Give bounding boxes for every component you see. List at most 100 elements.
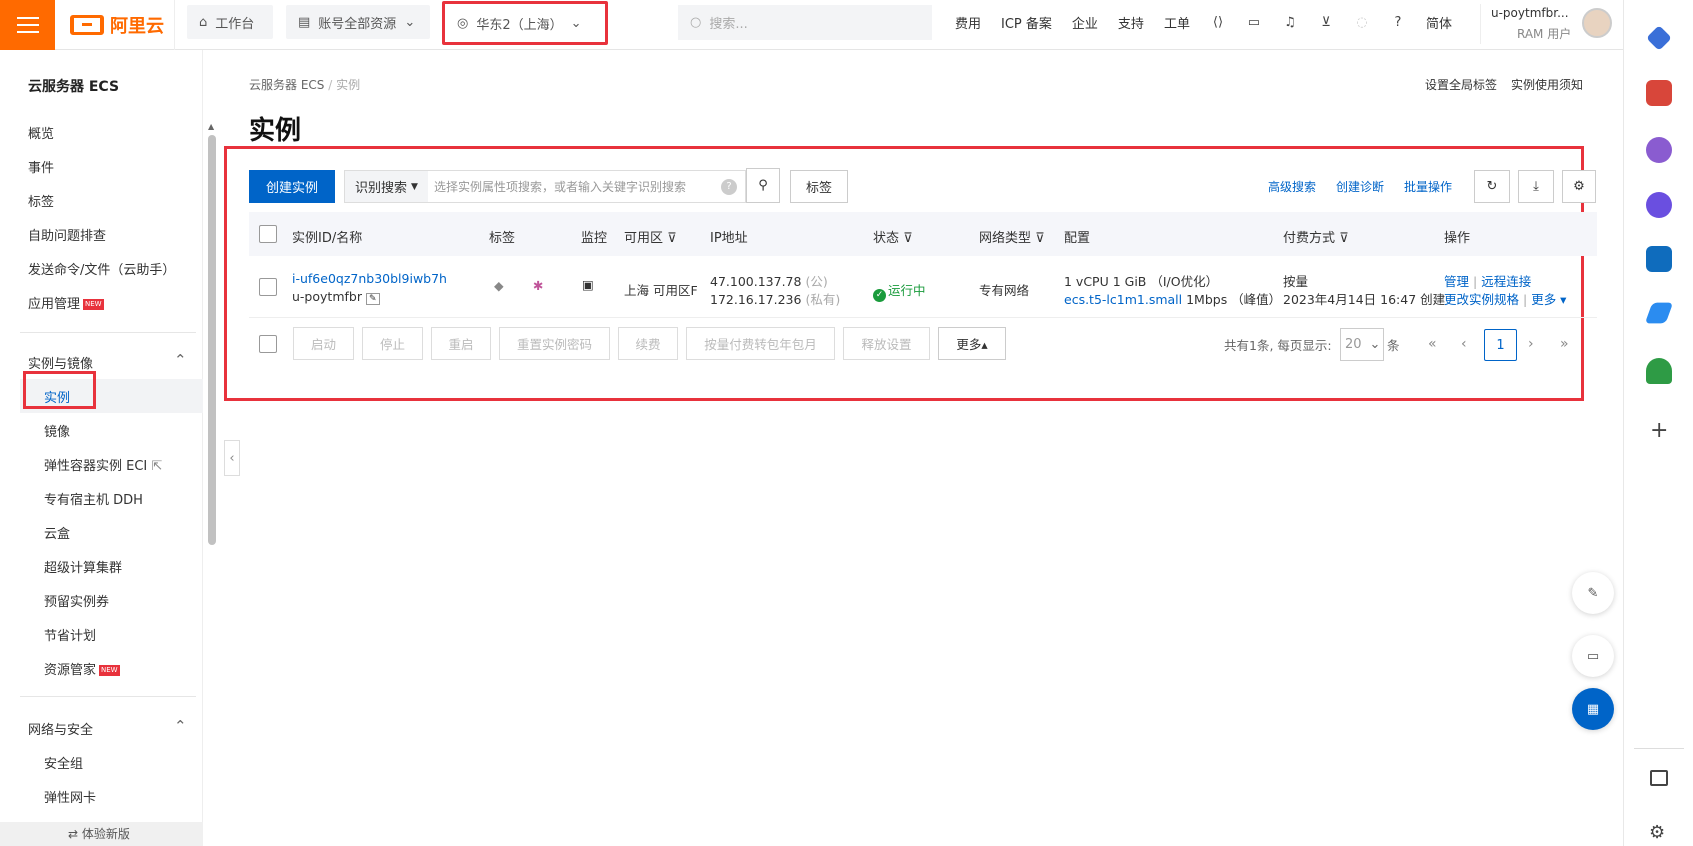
- add-icon[interactable]: +: [1650, 418, 1668, 443]
- help-icon[interactable]: ?: [1390, 14, 1406, 30]
- search-button[interactable]: ⚲: [746, 168, 780, 203]
- last-page-button[interactable]: »: [1560, 336, 1569, 352]
- cart-icon[interactable]: ⊻: [1318, 14, 1334, 30]
- scrollbar-thumb[interactable]: [208, 135, 216, 545]
- create-diagnosis-link[interactable]: 创建诊断: [1336, 178, 1384, 195]
- apps-float-button[interactable]: ▦: [1572, 688, 1614, 730]
- breadcrumb-root[interactable]: 云服务器 ECS: [249, 78, 324, 92]
- tag-icon[interactable]: ◆: [494, 278, 504, 293]
- nav-icp[interactable]: ICP 备案: [1001, 13, 1052, 32]
- workbench-button[interactable]: ⌂ 工作台: [187, 5, 273, 39]
- collapse-sidebar-button[interactable]: ‹: [224, 440, 240, 476]
- first-page-button[interactable]: «: [1428, 336, 1437, 352]
- chess-app-icon[interactable]: [1646, 137, 1672, 163]
- next-page-button[interactable]: ›: [1528, 336, 1534, 352]
- terminal-icon[interactable]: ▭: [1246, 14, 1262, 30]
- sidebar-item-troubleshoot[interactable]: 自助问题排查: [28, 225, 106, 244]
- prev-page-button[interactable]: ‹: [1461, 336, 1467, 352]
- release-settings-button[interactable]: 释放设置: [843, 327, 930, 360]
- current-page[interactable]: 1: [1484, 329, 1517, 361]
- refresh-button[interactable]: ↻: [1474, 170, 1510, 203]
- send-app-icon[interactable]: [1644, 302, 1674, 324]
- search-mode-select[interactable]: 识别搜索 ▼: [345, 171, 428, 202]
- monitor-icon[interactable]: ▣: [582, 277, 594, 292]
- nav-fee[interactable]: 费用: [955, 13, 981, 32]
- edit-icon[interactable]: ✎: [365, 293, 380, 305]
- sidebar-item-security-group[interactable]: 安全组: [44, 753, 83, 772]
- sidebar-toggle-icon[interactable]: [1650, 770, 1668, 786]
- manage-link[interactable]: 管理: [1444, 274, 1469, 289]
- sidebar-item-eci[interactable]: 弹性容器实例 ECI ⇱: [44, 455, 162, 474]
- settings-icon[interactable]: ⚙: [1649, 822, 1665, 843]
- set-global-tags-link[interactable]: 设置全局标签: [1425, 76, 1497, 93]
- sidebar-item-ddh[interactable]: 专有宿主机 DDH: [44, 489, 143, 508]
- col-zone[interactable]: 可用区 ⊽: [624, 227, 677, 246]
- tag-app-icon[interactable]: [1646, 25, 1672, 51]
- tag-filter-button[interactable]: 标签: [790, 170, 848, 203]
- row-checkbox[interactable]: [259, 278, 277, 296]
- instance-type-link[interactable]: ecs.t5-lc1m1.small: [1064, 292, 1182, 307]
- restart-button[interactable]: 重启: [431, 327, 491, 360]
- lightbulb-icon[interactable]: ◌: [1354, 14, 1370, 30]
- nav-enterprise[interactable]: 企业: [1072, 13, 1098, 32]
- language-switch[interactable]: 简体: [1426, 13, 1452, 32]
- sidebar-item-events[interactable]: 事件: [28, 157, 54, 176]
- chat-float-button[interactable]: ▭: [1572, 635, 1614, 677]
- page-size-select[interactable]: 20 ⌄: [1340, 328, 1384, 361]
- stop-button[interactable]: 停止: [362, 327, 423, 360]
- bulk-select-checkbox[interactable]: [259, 335, 277, 353]
- sidebar-item-cloud-assistant[interactable]: 发送命令/文件（云助手）: [28, 259, 175, 278]
- resource-scope-select[interactable]: ▤ 账号全部资源 ⌄: [286, 5, 430, 39]
- sidebar-item-images[interactable]: 镜像: [44, 421, 70, 440]
- edit-float-button[interactable]: ✎: [1572, 572, 1614, 614]
- advanced-search-link[interactable]: 高级搜索: [1268, 178, 1316, 195]
- sidebar-group-instances-images[interactable]: 实例与镜像: [28, 351, 187, 372]
- code-icon[interactable]: ⟨⟩: [1210, 14, 1226, 30]
- sidebar-item-app-management[interactable]: 应用管理 NEW: [28, 293, 104, 312]
- change-spec-link[interactable]: 更改实例规格: [1444, 292, 1519, 307]
- logo[interactable]: 阿里云: [70, 12, 164, 38]
- col-network-type[interactable]: 网络类型 ⊽: [979, 227, 1045, 246]
- instance-search-input[interactable]: 识别搜索 ▼ 选择实例属性项搜索，或者输入关键字识别搜索 ?: [344, 170, 746, 203]
- remote-connect-link[interactable]: 远程连接: [1481, 274, 1531, 289]
- bell-icon[interactable]: ♫: [1282, 14, 1298, 30]
- reset-password-button[interactable]: 重置实例密码: [499, 327, 610, 360]
- download-button[interactable]: ⤓: [1518, 170, 1554, 203]
- global-search-input[interactable]: ○ 搜索...: [678, 5, 932, 40]
- sidebar-item-cloudbox[interactable]: 云盒: [44, 523, 70, 542]
- sidebar-item-hpc[interactable]: 超级计算集群: [44, 557, 122, 576]
- help-icon[interactable]: ?: [721, 178, 737, 195]
- outlook-app-icon[interactable]: [1646, 246, 1672, 272]
- col-billing[interactable]: 付费方式 ⊽: [1283, 227, 1349, 246]
- batch-operation-link[interactable]: 批量操作: [1404, 178, 1452, 195]
- sidebar-item-eni[interactable]: 弹性网卡: [44, 787, 96, 806]
- renew-button[interactable]: 续费: [618, 327, 678, 360]
- sidebar-item-tags[interactable]: 标签: [28, 191, 54, 210]
- menu-button[interactable]: [0, 0, 55, 50]
- col-status[interactable]: 状态 ⊽: [873, 227, 913, 246]
- sidebar-item-overview[interactable]: 概览: [28, 123, 54, 142]
- more-bulk-button[interactable]: 更多▴: [938, 327, 1006, 360]
- user-menu[interactable]: u-poytmfbr... RAM 用户: [1480, 4, 1620, 44]
- copilot-app-icon[interactable]: [1646, 192, 1672, 218]
- sidebar-scrollbar[interactable]: ▲: [206, 80, 216, 590]
- create-instance-button[interactable]: 创建实例: [249, 170, 335, 203]
- settings-button[interactable]: ⚙: [1562, 170, 1596, 203]
- more-actions-link[interactable]: 更多 ▾: [1531, 292, 1566, 307]
- region-select[interactable]: ◎ 华东2（上海） ⌄: [442, 1, 608, 45]
- scroll-up-icon[interactable]: ▲: [208, 122, 214, 131]
- instance-notice-link[interactable]: 实例使用须知: [1511, 76, 1583, 93]
- nav-ticket[interactable]: 工单: [1164, 13, 1190, 32]
- try-new-version-button[interactable]: ⇄ 体验新版: [0, 822, 203, 846]
- select-all-checkbox[interactable]: [259, 225, 277, 243]
- tree-app-icon[interactable]: [1646, 358, 1672, 384]
- sidebar-item-resource-butler[interactable]: 资源管家 NEW: [44, 659, 120, 678]
- start-button[interactable]: 启动: [293, 327, 354, 360]
- nav-support[interactable]: 支持: [1118, 13, 1144, 32]
- instance-id-link[interactable]: i-uf6e0qz7nb30bl9iwb7h: [292, 271, 447, 286]
- convert-billing-button[interactable]: 按量付费转包年包月: [686, 327, 835, 360]
- sidebar-group-network-security[interactable]: 网络与安全: [28, 717, 187, 738]
- sidebar-item-savings-plan[interactable]: 节省计划: [44, 625, 96, 644]
- multicolor-tag-icon[interactable]: ✱: [533, 278, 543, 293]
- toolbox-app-icon[interactable]: [1646, 80, 1672, 106]
